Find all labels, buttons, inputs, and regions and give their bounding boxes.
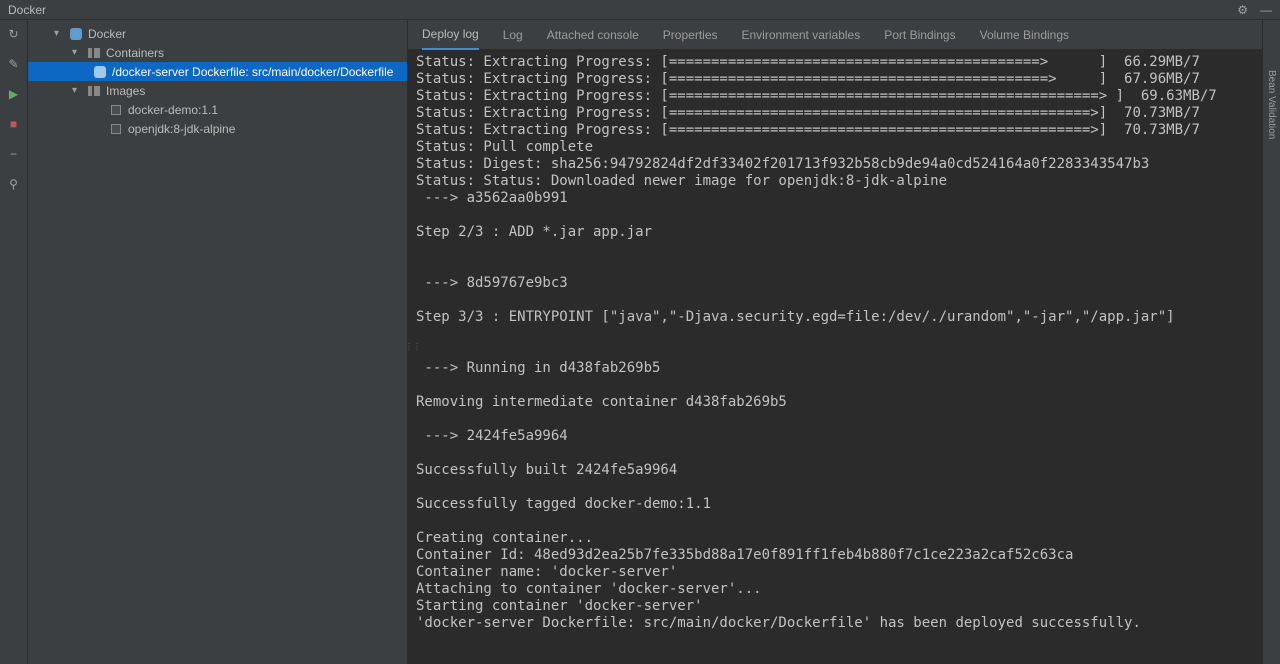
tree-docker-root[interactable]: ▾ Docker	[28, 24, 407, 43]
right-edge-label[interactable]: Bean Validation	[1266, 70, 1277, 139]
window-controls: ⚙ —	[1237, 3, 1272, 17]
right-panel: ⋮⋮ Deploy log Log Attached console Prope…	[408, 20, 1262, 664]
tab-port-bindings[interactable]: Port Bindings	[884, 20, 955, 50]
containers-icon	[86, 48, 102, 58]
minimize-icon[interactable]: —	[1260, 3, 1272, 17]
tree-dockerfile-label: /docker-server Dockerfile: src/main/dock…	[112, 65, 393, 79]
tab-log[interactable]: Log	[503, 20, 523, 50]
images-icon	[86, 86, 102, 96]
dockerfile-icon	[92, 66, 108, 78]
resize-handle-icon[interactable]: ⋮⋮	[405, 342, 421, 351]
stop-icon[interactable]: ■	[6, 116, 22, 132]
tree-dockerfile[interactable]: /docker-server Dockerfile: src/main/dock…	[28, 62, 407, 81]
chevron-down-icon[interactable]: ▾	[72, 85, 86, 96]
titlebar: Docker ⚙ —	[0, 0, 1280, 20]
tree-images-label: Images	[106, 84, 145, 98]
image-icon	[108, 124, 124, 134]
console-output[interactable]: Status: Extracting Progress: [==========…	[408, 50, 1262, 664]
tree-containers-label: Containers	[106, 46, 164, 60]
tree-panel[interactable]: ▾ Docker ▾ Containers /docker-server Doc…	[28, 20, 408, 664]
redeploy-icon[interactable]: ↻	[6, 26, 22, 42]
tree-image1-label: docker-demo:1.1	[128, 103, 218, 117]
tabs: Deploy log Log Attached console Properti…	[408, 20, 1262, 50]
tree-image-docker-demo[interactable]: docker-demo:1.1	[28, 100, 407, 119]
tree-containers[interactable]: ▾ Containers	[28, 43, 407, 62]
tab-properties[interactable]: Properties	[663, 20, 718, 50]
delete-icon[interactable]: −	[6, 146, 22, 162]
left-gutter: ↻ ✎ ▶ ■ − ⚲	[0, 20, 28, 664]
settings-icon[interactable]: ⚙	[1237, 3, 1248, 17]
right-edge: Bean Validation	[1262, 20, 1280, 664]
tab-volume-bindings[interactable]: Volume Bindings	[980, 20, 1069, 50]
tree-docker-label: Docker	[88, 27, 126, 41]
tree-image2-label: openjdk:8-jdk-alpine	[128, 122, 235, 136]
tab-env-vars[interactable]: Environment variables	[742, 20, 861, 50]
edit-icon[interactable]: ✎	[6, 56, 22, 72]
run-icon[interactable]: ▶	[6, 86, 22, 102]
tab-attached-console[interactable]: Attached console	[547, 20, 639, 50]
main-area: ↻ ✎ ▶ ■ − ⚲ ▾ Docker ▾ Containers /docke…	[0, 20, 1280, 664]
docker-icon	[68, 28, 84, 40]
chevron-down-icon[interactable]: ▾	[54, 28, 68, 39]
tree-images[interactable]: ▾ Images	[28, 81, 407, 100]
image-icon	[108, 105, 124, 115]
filter-icon[interactable]: ⚲	[6, 176, 22, 192]
chevron-down-icon[interactable]: ▾	[72, 47, 86, 58]
tree-image-openjdk[interactable]: openjdk:8-jdk-alpine	[28, 119, 407, 138]
window-title: Docker	[8, 3, 1237, 17]
tab-deploy-log[interactable]: Deploy log	[422, 20, 479, 50]
